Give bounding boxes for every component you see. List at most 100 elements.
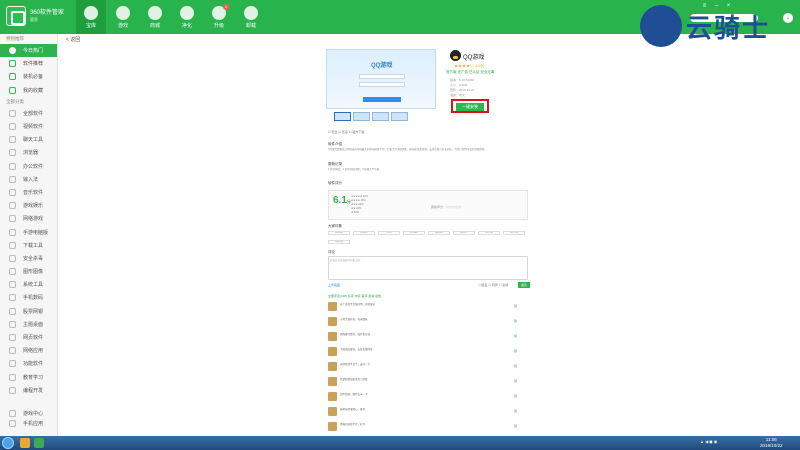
sidebar-item-game-center[interactable]: 游戏中心 bbox=[0, 408, 58, 418]
impression-tag[interactable]: 好友对战 bbox=[478, 231, 500, 235]
sidebar-item-category[interactable]: 音乐软件 bbox=[0, 186, 57, 199]
app-name: QQ游戏 bbox=[463, 55, 485, 61]
sidebar-item-category[interactable]: 手游电脑版 bbox=[0, 225, 57, 238]
rating-title: 软件评分 bbox=[328, 181, 342, 185]
category-icon bbox=[9, 373, 16, 381]
treasure-icon bbox=[84, 6, 98, 20]
comment-footer: 上传截图 ☐ 匿名 ☐ 同步 ☐ 表情 发表 bbox=[328, 282, 530, 289]
impression-tag[interactable]: 休闲娱乐 bbox=[353, 231, 375, 235]
thumbnail[interactable] bbox=[334, 112, 351, 121]
trash-icon bbox=[244, 6, 258, 20]
post-comment-button[interactable]: 发表 bbox=[518, 282, 530, 288]
nav-store[interactable]: 商城 bbox=[140, 0, 170, 34]
start-button-icon[interactable] bbox=[2, 437, 14, 449]
sidebar-item-category[interactable]: 教育学习 bbox=[0, 371, 57, 384]
sidebar-item-category[interactable]: 浏览器 bbox=[0, 146, 57, 159]
impression-tag[interactable]: 官方正版 bbox=[503, 231, 525, 235]
review-meta: · · · bbox=[340, 322, 344, 324]
impression-tags-row2: 经典游戏 bbox=[328, 240, 350, 244]
sidebar-item-category[interactable]: 股票网银 bbox=[0, 305, 57, 318]
impression-tag[interactable]: 欢乐麻将 bbox=[403, 231, 425, 235]
review-meta: · · · bbox=[340, 367, 344, 369]
sidebar-item-category[interactable]: 办公软件 bbox=[0, 160, 57, 173]
my-rating-stars[interactable]: 我的评分：☆☆☆☆☆ bbox=[431, 205, 461, 209]
back-link[interactable]: < 返回 bbox=[66, 36, 80, 43]
review-like-button[interactable]: 赞 bbox=[514, 394, 517, 398]
impression-tag[interactable]: 棋牌游戏 bbox=[328, 231, 350, 235]
sidebar-item-hot[interactable]: 今日热门 bbox=[0, 44, 57, 58]
review-meta: · · · bbox=[340, 337, 344, 339]
folder-icon[interactable] bbox=[20, 438, 30, 448]
review-like-button[interactable]: 赞 bbox=[514, 379, 517, 383]
sidebar-item-category[interactable]: 编程开发 bbox=[0, 384, 57, 397]
sidebar-item-category[interactable]: 主题桌面 bbox=[0, 318, 57, 331]
reviewer-avatar bbox=[328, 317, 337, 326]
review-like-button[interactable]: 赞 bbox=[514, 319, 517, 323]
watermark: 云骑士 bbox=[640, 2, 800, 54]
reviewer-avatar bbox=[328, 362, 337, 371]
upgrade-badge: 1 bbox=[223, 4, 229, 10]
thumbnail[interactable] bbox=[372, 112, 389, 121]
nav-games[interactable]: 游戏 bbox=[108, 0, 138, 34]
nav-upgrade[interactable]: 1 升级 bbox=[204, 0, 234, 34]
rating-score: 6.1分 bbox=[333, 195, 351, 206]
category-icon bbox=[9, 347, 16, 355]
sidebar-item-category[interactable]: 图形图像 bbox=[0, 265, 57, 278]
sidebar-item-mobile-apps[interactable]: 手机应用 bbox=[0, 418, 58, 428]
review-like-button[interactable]: 赞 bbox=[514, 364, 517, 368]
sidebar-item-recommend[interactable]: 软件推荐 bbox=[0, 57, 57, 70]
sidebar-item-category[interactable]: 聊天工具 bbox=[0, 133, 57, 146]
review-like-button[interactable]: 赞 bbox=[514, 304, 517, 308]
review-like-button[interactable]: 赞 bbox=[514, 424, 517, 428]
category-icon bbox=[9, 241, 16, 249]
nav-uninstall[interactable]: 卸载 bbox=[236, 0, 266, 34]
sidebar-item-category[interactable]: 手机数码 bbox=[0, 291, 57, 304]
review-text: 下载速度挺快，安装也很简单 bbox=[340, 348, 373, 351]
install-button[interactable]: 一键安装 bbox=[456, 103, 484, 111]
impression-tag[interactable]: 经典游戏 bbox=[328, 240, 350, 244]
game-center-icon bbox=[9, 409, 16, 417]
sidebar-item-category[interactable]: 网页软件 bbox=[0, 331, 57, 344]
thumbnail[interactable] bbox=[391, 112, 408, 121]
sidebar-item-category[interactable]: 功能软件 bbox=[0, 357, 57, 370]
review-text: 老牌游戏平台了，支持一下 bbox=[340, 363, 371, 366]
category-icon bbox=[9, 294, 16, 302]
nav-baoku[interactable]: 宝库 bbox=[76, 0, 106, 34]
review-like-button[interactable]: 赞 bbox=[514, 409, 517, 413]
impression-title: 大家印象 bbox=[328, 224, 342, 228]
category-list: 全部软件 视频软件 聊天工具 浏览器 办公软件 输入法 音乐软件 游戏娱乐 网络游戏 手游电脑版下… bbox=[0, 107, 57, 397]
rating-distribution: ★★★★★ 12% ★★★★ 18% ★★★ 22% ★★ 16% ★ 32% bbox=[351, 195, 368, 214]
nav-purify[interactable]: 净化 bbox=[172, 0, 202, 34]
comment-input[interactable]: 说说你对这款软件的看法吧... bbox=[328, 256, 528, 280]
sidebar-item-category[interactable]: 下载工具 bbox=[0, 239, 57, 252]
sidebar-item-essentials[interactable]: 装机必备 bbox=[0, 70, 57, 83]
sidebar-item-favorites[interactable]: 我的收藏 bbox=[0, 84, 57, 97]
impression-tag[interactable]: 游戏大厅 bbox=[453, 231, 475, 235]
heart-icon bbox=[9, 86, 16, 94]
sidebar-item-category[interactable]: 系统工具 bbox=[0, 278, 57, 291]
sidebar-item-category[interactable]: 视频软件 bbox=[0, 120, 57, 133]
review-meta: · · · bbox=[340, 352, 344, 354]
category-icon bbox=[9, 334, 16, 342]
thumbnail[interactable] bbox=[353, 112, 370, 121]
comment-options[interactable]: ☐ 匿名 ☐ 同步 ☐ 表情 bbox=[478, 283, 508, 287]
sidebar-item-category[interactable]: 安全杀毒 bbox=[0, 252, 57, 265]
review-text: 麻将玩得很开心，推荐 bbox=[340, 408, 366, 411]
impression-tags-row1: 棋牌游戏 休闲娱乐 斗地主 欢乐麻将 益智游戏 游戏大厅 好友对战 官方正版 bbox=[328, 231, 525, 235]
sidebar-item-category[interactable]: 输入法 bbox=[0, 173, 57, 186]
sidebar-item-category[interactable]: 游戏娱乐 bbox=[0, 199, 57, 212]
sidebar-item-category[interactable]: 网络游戏 bbox=[0, 212, 57, 225]
main-content: < 返回 QQ游戏 QQ游戏 ★★★★☆ 4.5分 官方版 无广告 已认证 安全… bbox=[58, 34, 800, 436]
360-app-icon[interactable] bbox=[34, 438, 44, 448]
sidebar-item-category[interactable]: 网络应用 bbox=[0, 344, 57, 357]
impression-tag[interactable]: 斗地主 bbox=[378, 231, 400, 235]
sidebar-item-category[interactable]: 全部软件 bbox=[0, 107, 57, 120]
category-icon bbox=[9, 109, 16, 117]
impression-tag[interactable]: 益智游戏 bbox=[428, 231, 450, 235]
upload-screenshot-link[interactable]: 上传截图 bbox=[328, 283, 340, 287]
review-like-button[interactable]: 赞 bbox=[514, 349, 517, 353]
review-like-button[interactable]: 赞 bbox=[514, 334, 517, 338]
category-icon bbox=[9, 162, 16, 170]
clock: 11:06 2019/10/22 bbox=[760, 437, 783, 448]
comment-filter-tabs[interactable]: 全部评论(128) 好评 中评 差评 最新 最热 bbox=[328, 294, 381, 298]
